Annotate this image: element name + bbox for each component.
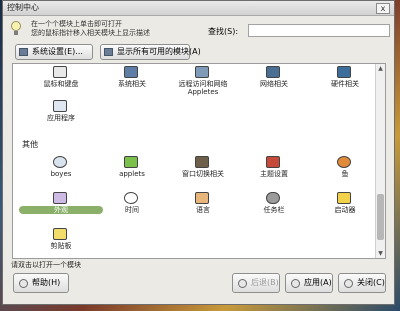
system-settings-label: 系统设置(E)...: [32, 47, 83, 56]
taskbar-icon: [266, 192, 280, 204]
network-icon: [195, 66, 209, 78]
theme-icon: [266, 156, 280, 168]
appearance-icon: [53, 192, 67, 204]
close-icon: [344, 279, 353, 288]
module-launcher[interactable]: 启动器: [303, 192, 385, 220]
back-label: 后退(B): [251, 278, 279, 287]
system-settings-button[interactable]: 系统设置(E)...: [15, 44, 93, 60]
close-label: 关闭(C): [357, 278, 385, 287]
bulb-icon: [11, 21, 21, 35]
close-window-button[interactable]: x: [376, 3, 390, 14]
help-button[interactable]: 帮助(H): [13, 273, 69, 293]
module-label: 硬件相关: [331, 80, 359, 88]
hint-line-1: 在一个个模块上单击即可打开: [31, 20, 122, 28]
window-icon: [195, 156, 209, 168]
back-icon: [238, 279, 247, 288]
settings-icon: [19, 48, 28, 56]
control-center-window: 控制中心 x 在一个个模块上单击即可打开 您的鼠标指针移入相关模块上显示描述 查…: [2, 0, 395, 305]
search-input[interactable]: [248, 24, 390, 37]
network-adapter-icon: [266, 66, 280, 78]
apply-label: 应用(A): [304, 278, 332, 287]
modules-icon: [104, 48, 113, 56]
scroll-thumb[interactable]: [377, 194, 384, 240]
folder-icon: [337, 192, 351, 204]
module-label: 鱼: [341, 170, 349, 178]
window-title: 控制中心: [7, 3, 39, 12]
help-label: 帮助(H): [32, 278, 61, 287]
close-button[interactable]: 关闭(C): [338, 273, 386, 293]
section-other: 其他: [22, 140, 38, 149]
show-all-modules-button[interactable]: 显示所有可用的模块(A): [100, 44, 201, 60]
clock-icon: [124, 192, 138, 204]
monitor-icon: [124, 66, 138, 78]
status-text: 请双击以打开一个模块: [11, 261, 81, 269]
module-applications[interactable]: 应用程序: [19, 100, 103, 128]
eye-icon: [53, 156, 67, 168]
module-hardware[interactable]: 硬件相关: [303, 66, 385, 94]
hint-text: 在一个个模块上单击即可打开 您的鼠标指针移入相关模块上显示描述: [31, 20, 150, 38]
apply-button[interactable]: 应用(A): [285, 273, 333, 293]
green-package-icon: [124, 156, 138, 168]
vertical-scrollbar[interactable]: ▲ ▼: [375, 64, 385, 258]
scroll-down-arrow-icon[interactable]: ▼: [377, 250, 384, 257]
hardware-icon: [337, 66, 351, 78]
app-icon: [53, 100, 67, 112]
scroll-up-arrow-icon[interactable]: ▲: [377, 65, 384, 72]
module-clipboard[interactable]: 剪贴板: [19, 228, 103, 256]
back-button[interactable]: 后退(B): [232, 273, 280, 293]
apply-icon: [291, 279, 300, 288]
mouse-icon: [53, 66, 67, 78]
language-icon: [195, 192, 209, 204]
search-label: 查找(S):: [208, 27, 239, 36]
title-bar[interactable]: 控制中心 x: [3, 1, 394, 16]
help-icon: [19, 279, 28, 288]
hint-line-2: 您的鼠标指针移入相关模块上显示描述: [31, 29, 150, 37]
clipboard-icon: [53, 228, 67, 240]
module-label: 启动器: [334, 206, 356, 214]
module-fish[interactable]: 鱼: [303, 156, 385, 184]
fish-icon: [337, 156, 351, 168]
module-label: 应用程序: [47, 114, 75, 122]
show-all-modules-label: 显示所有可用的模块(A): [117, 47, 201, 56]
module-label: 剪贴板: [50, 242, 72, 250]
module-panel: 鼠标和键盘 系统相关 远程访问和网络 Appletes 网络相关 硬件相关 应用…: [12, 63, 386, 259]
header: 在一个个模块上单击即可打开 您的鼠标指针移入相关模块上显示描述 查找(S):: [9, 19, 390, 41]
